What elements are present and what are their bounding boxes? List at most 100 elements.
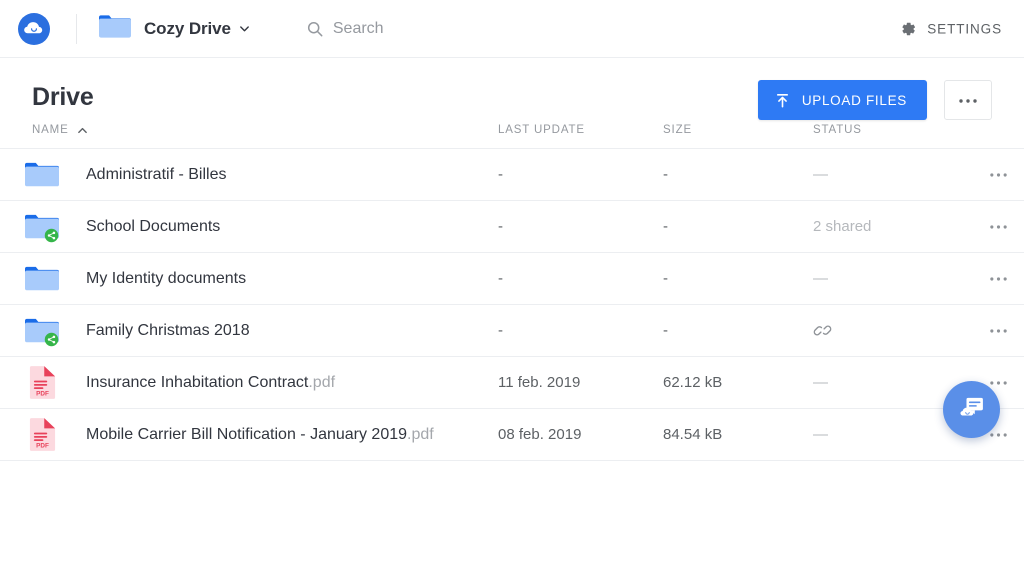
cell-actions: [973, 200, 1024, 253]
column-header-status[interactable]: STATUS: [813, 124, 973, 149]
folder-icon: [24, 313, 60, 349]
status-value: —: [813, 166, 828, 183]
column-header-name[interactable]: NAME: [0, 124, 498, 149]
file-name: Mobile Carrier Bill Notification - Janua…: [86, 425, 434, 443]
ellipsis-icon: [990, 380, 1007, 385]
pdf-file-icon: PDF: [24, 417, 60, 453]
table-row[interactable]: My Identity documents - - —: [0, 252, 1024, 305]
cell-name: My Identity documents: [0, 252, 498, 305]
cell-last-update: -: [498, 304, 663, 357]
chat-bubble-icon: [956, 392, 987, 428]
cell-last-update: -: [498, 252, 663, 305]
cell-status: —: [813, 148, 973, 201]
table-row[interactable]: Administratif - Billes - - —: [0, 148, 1024, 201]
column-header-last-update[interactable]: LAST UPDATE: [498, 124, 663, 149]
table-row[interactable]: School Documents - - 2 shared: [0, 200, 1024, 253]
search-placeholder: Search: [332, 19, 384, 37]
search-icon: [307, 21, 323, 37]
folder-icon: [24, 157, 60, 193]
row-menu-button[interactable]: [982, 210, 1016, 244]
cell-size: 62.12 kB: [663, 356, 813, 409]
row-menu-button[interactable]: [982, 262, 1016, 296]
search-input[interactable]: Search: [307, 20, 384, 38]
column-header-size[interactable]: SIZE: [663, 124, 813, 149]
page-header: Drive UPLOAD FILES: [0, 58, 1024, 124]
app-title: Cozy Drive: [144, 18, 231, 38]
ellipsis-icon: [990, 432, 1007, 437]
file-name: School Documents: [86, 217, 221, 235]
cell-actions: [973, 252, 1024, 305]
ellipsis-icon: [990, 172, 1007, 177]
upload-files-label: UPLOAD FILES: [801, 92, 907, 108]
file-list-table: NAME LAST UPDATE SIZE STATUS Administrat…: [0, 124, 1024, 461]
status-value: 2 shared: [813, 218, 872, 235]
settings-label: SETTINGS: [927, 21, 1002, 36]
file-name: My Identity documents: [86, 269, 247, 287]
cell-status: [813, 304, 973, 357]
table-row[interactable]: PDF Insurance Inhabitation Contract.pdf …: [0, 356, 1024, 409]
chevron-down-icon: [238, 22, 251, 35]
cell-actions: [973, 304, 1024, 357]
file-extension: .pdf: [407, 425, 434, 443]
shared-badge-icon: [44, 332, 59, 347]
table-row[interactable]: Family Christmas 2018 - -: [0, 304, 1024, 357]
top-bar: Cozy Drive Search SETTINGS: [0, 0, 1024, 58]
cell-last-update: -: [498, 200, 663, 253]
page-title: Drive: [32, 82, 94, 111]
ellipsis-icon: [990, 276, 1007, 281]
cell-name: PDF Mobile Carrier Bill Notification - J…: [0, 408, 498, 461]
cell-name: School Documents: [0, 200, 498, 253]
svg-text:PDF: PDF: [36, 442, 49, 449]
cell-size: -: [663, 304, 813, 357]
pdf-file-icon: PDF: [24, 365, 60, 401]
file-list-body: Administratif - Billes - - — School Docu…: [0, 148, 1024, 461]
cell-actions: [973, 148, 1024, 201]
file-name: Insurance Inhabitation Contract.pdf: [86, 373, 336, 391]
cell-last-update: 11 feb. 2019: [498, 356, 663, 409]
ellipsis-icon: [958, 91, 978, 109]
cell-last-update: -: [498, 148, 663, 201]
file-name: Family Christmas 2018: [86, 321, 250, 339]
cell-status: —: [813, 252, 973, 305]
app-switcher[interactable]: Cozy Drive: [98, 11, 251, 46]
topbar-divider: [76, 13, 77, 44]
cell-status: 2 shared: [813, 200, 973, 253]
cell-last-update: 08 feb. 2019: [498, 408, 663, 461]
shared-badge-icon: [44, 228, 59, 243]
cell-name: PDF Insurance Inhabitation Contract.pdf: [0, 356, 498, 409]
gear-icon: [900, 20, 917, 37]
upload-files-button[interactable]: UPLOAD FILES: [757, 80, 927, 120]
row-menu-button[interactable]: [982, 314, 1016, 348]
file-name: Administratif - Billes: [86, 165, 227, 183]
column-header-name-label: NAME: [32, 124, 69, 136]
ellipsis-icon: [990, 224, 1007, 229]
row-menu-button[interactable]: [982, 158, 1016, 192]
column-header-actions: [973, 124, 1024, 149]
cell-name: Administratif - Billes: [0, 148, 498, 201]
status-value: —: [813, 270, 828, 287]
svg-text:PDF: PDF: [36, 390, 49, 397]
cell-size: -: [663, 252, 813, 305]
ellipsis-icon: [990, 328, 1007, 333]
link-icon: [813, 321, 832, 340]
status-value: —: [813, 374, 828, 391]
folder-icon: [98, 11, 132, 46]
cozy-cloud-logo[interactable]: [17, 12, 51, 46]
header-actions: UPLOAD FILES: [757, 80, 992, 120]
table-header-row: NAME LAST UPDATE SIZE STATUS: [0, 124, 1024, 149]
folder-icon: [24, 261, 60, 297]
table-row[interactable]: PDF Mobile Carrier Bill Notification - J…: [0, 408, 1024, 461]
folder-icon: [24, 209, 60, 245]
chevron-up-icon: [77, 125, 88, 136]
cell-size: -: [663, 148, 813, 201]
cell-size: 84.54 kB: [663, 408, 813, 461]
drive-content: Drive UPLOAD FILES NAME LAST UPDATE SIZE…: [0, 58, 1024, 461]
cell-name: Family Christmas 2018: [0, 304, 498, 357]
header-more-button[interactable]: [944, 80, 992, 120]
file-extension: .pdf: [308, 373, 336, 391]
status-value: —: [813, 426, 828, 443]
settings-button[interactable]: SETTINGS: [900, 20, 1002, 37]
upload-arrow-icon: [774, 92, 791, 109]
cell-size: -: [663, 200, 813, 253]
chat-support-button[interactable]: [943, 381, 1000, 438]
